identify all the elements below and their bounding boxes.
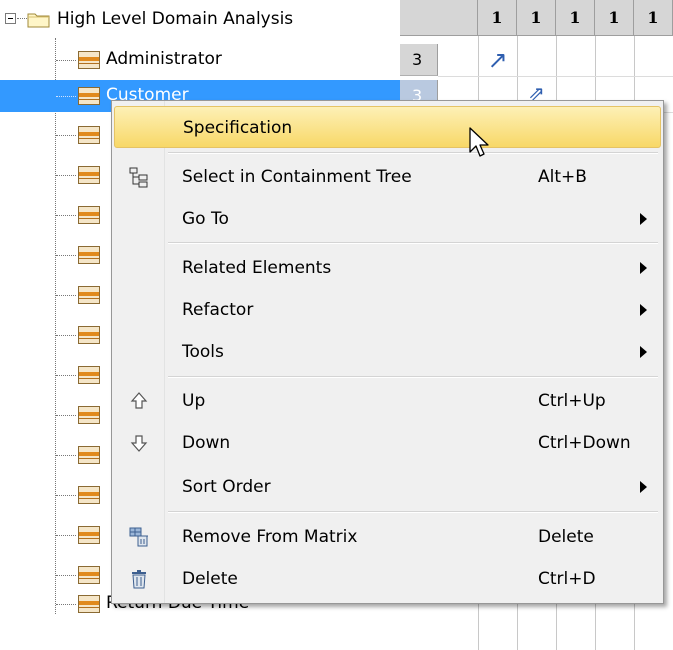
column-header[interactable]: 1 (556, 0, 595, 36)
folder-icon (27, 11, 51, 28)
submenu-arrow-icon (640, 262, 647, 274)
class-icon (78, 166, 100, 184)
menu-item-specification[interactable]: Specification (114, 106, 661, 148)
menu-item-select-in-containment-tree[interactable]: Select in Containment Tree Alt+B (114, 156, 661, 198)
submenu-arrow-icon (640, 213, 647, 225)
column-header[interactable]: 1 (478, 0, 517, 36)
class-icon (78, 526, 100, 544)
class-icon (78, 126, 100, 144)
class-icon (78, 595, 100, 613)
column-header[interactable]: 1 (517, 0, 556, 36)
trash-icon (128, 568, 150, 590)
menu-item-label: Delete (182, 569, 238, 589)
mouse-pointer-icon (469, 127, 491, 161)
menu-separator (168, 376, 658, 378)
tree-root-row[interactable]: High Level Domain Analysis (0, 4, 400, 36)
menu-item-label: Specification (183, 118, 293, 138)
menu-item-shortcut: Ctrl+D (538, 569, 596, 589)
class-icon (78, 446, 100, 464)
class-icon (78, 286, 100, 304)
class-icon (78, 87, 100, 105)
menu-item-label: Select in Containment Tree (182, 167, 412, 187)
menu-item-down[interactable]: Down Ctrl+Down (114, 422, 661, 464)
dependency-arrow-icon: ↗ (487, 46, 508, 74)
menu-separator (168, 511, 658, 513)
class-icon (78, 406, 100, 424)
menu-item-label: Tools (182, 342, 224, 362)
context-menu: Specification Select in Containment Tree… (111, 100, 664, 604)
dependency-cell[interactable]: ⇗ (517, 80, 556, 102)
menu-separator (168, 152, 658, 154)
menu-item-shortcut: Ctrl+Up (538, 391, 606, 411)
tree-item-label: Administrator (106, 49, 222, 69)
menu-item-label: Refactor (182, 300, 254, 320)
class-icon (78, 246, 100, 264)
menu-item-label: Related Elements (182, 258, 332, 278)
dependency-cell[interactable]: ↗ (478, 44, 517, 76)
class-icon (78, 51, 100, 69)
submenu-arrow-icon (640, 346, 647, 358)
menu-item-sort-order[interactable]: Sort Order (114, 466, 661, 508)
collapse-toggle-icon[interactable] (5, 13, 16, 24)
menu-item-label: Sort Order (182, 477, 271, 497)
menu-item-label: Up (182, 391, 206, 411)
menu-item-shortcut: Ctrl+Down (538, 433, 631, 453)
up-arrow-icon (128, 390, 150, 412)
class-icon (78, 366, 100, 384)
menu-item-label: Remove From Matrix (182, 527, 358, 547)
menu-item-label: Go To (182, 209, 229, 229)
containment-tree-icon (128, 166, 150, 188)
tree-item-administrator[interactable]: Administrator (0, 44, 400, 76)
class-icon (78, 486, 100, 504)
class-icon (78, 326, 100, 344)
remove-from-matrix-icon (128, 526, 150, 548)
menu-item-shortcut: Alt+B (538, 167, 587, 187)
class-icon (78, 206, 100, 224)
menu-item-refactor[interactable]: Refactor (114, 289, 661, 331)
row-header[interactable]: 3 (400, 44, 438, 76)
menu-item-label: Down (182, 433, 231, 453)
menu-item-related-elements[interactable]: Related Elements (114, 247, 661, 289)
submenu-arrow-icon (640, 304, 647, 316)
menu-item-remove-from-matrix[interactable]: Remove From Matrix Delete (114, 516, 661, 558)
menu-item-shortcut: Delete (538, 527, 594, 547)
menu-item-go-to[interactable]: Go To (114, 198, 661, 240)
class-icon (78, 566, 100, 584)
submenu-arrow-icon (640, 481, 647, 493)
column-header[interactable]: 1 (595, 0, 634, 36)
tree-root-label: High Level Domain Analysis (57, 9, 294, 29)
menu-item-tools[interactable]: Tools (114, 331, 661, 373)
column-header[interactable]: 1 (634, 0, 673, 36)
down-arrow-icon (128, 432, 150, 454)
dependency-arrow-icon: ⇗ (528, 81, 545, 102)
menu-item-up[interactable]: Up Ctrl+Up (114, 380, 661, 422)
matrix-corner (400, 0, 478, 36)
menu-separator (168, 242, 658, 244)
menu-item-delete[interactable]: Delete Ctrl+D (114, 558, 661, 600)
